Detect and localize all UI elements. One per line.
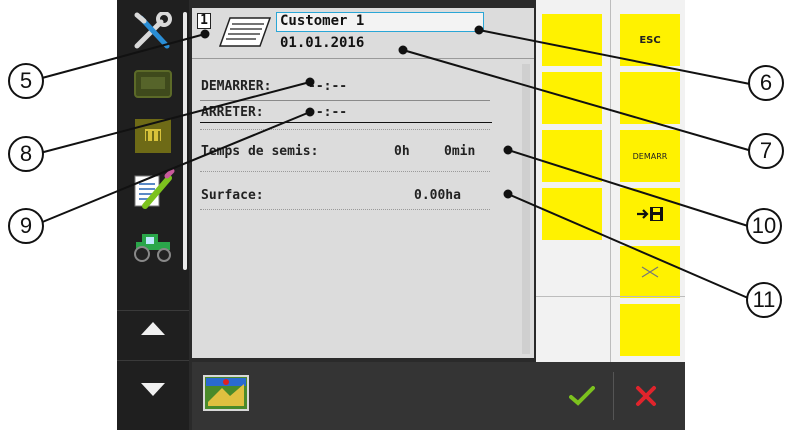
arrow-up-icon: [141, 322, 165, 335]
task-data-panel: 1 Customer 1 01.01.2016 DEMARRER: --:-- …: [192, 8, 534, 358]
callout-11: 11: [746, 282, 782, 318]
panel-scrollbar[interactable]: [522, 64, 530, 354]
dotted-divider: [200, 171, 490, 172]
softkey-bar: ESC DEMARR: [536, 0, 685, 362]
start-button[interactable]: DEMARR: [620, 130, 680, 182]
stop-label: ARRETER:: [201, 105, 264, 120]
left-nav: [117, 0, 189, 430]
nav-divider: [117, 360, 189, 361]
confirm-button[interactable]: [552, 366, 612, 426]
softkey-3[interactable]: [620, 72, 680, 124]
tractor-icon: [134, 234, 171, 262]
seeding-time-minutes: 0min: [444, 144, 476, 159]
cross-line-icon: [641, 266, 659, 278]
cross-icon: [636, 386, 656, 406]
tools-button[interactable]: [127, 8, 179, 56]
field-map-icon[interactable]: [202, 372, 250, 412]
edit-document-icon: [134, 168, 175, 209]
start-softkey-label: DEMARR: [632, 151, 668, 161]
surface-value: 0.00ha: [414, 188, 461, 203]
scroll-up-button[interactable]: [127, 304, 179, 352]
softkey-grid-divider: [610, 0, 611, 362]
softkey-6[interactable]: [542, 246, 602, 298]
softkey-2[interactable]: [542, 72, 602, 124]
save-button[interactable]: [620, 188, 680, 240]
callout-8: 8: [8, 136, 44, 172]
scroll-down-button[interactable]: [127, 366, 179, 414]
softkey-5[interactable]: [542, 188, 602, 240]
task-date: 01.01.2016: [280, 35, 365, 51]
softkey-1[interactable]: [542, 14, 602, 66]
softkey-8[interactable]: [620, 304, 680, 356]
callout-5: 5: [8, 63, 44, 99]
counter-button[interactable]: [127, 112, 179, 160]
dotted-divider: [200, 129, 490, 130]
nav-scrollbar[interactable]: [183, 12, 187, 270]
check-icon: [569, 386, 595, 406]
section-divider: [200, 122, 492, 123]
bottom-bar: [192, 362, 685, 430]
callout-6: 6: [748, 65, 784, 101]
row-divider: [200, 100, 490, 101]
cancel-button[interactable]: [616, 366, 676, 426]
arrow-down-icon: [141, 383, 165, 396]
tractor-button[interactable]: [127, 220, 179, 268]
display-icon: [134, 70, 172, 98]
start-label: DEMARRER:: [201, 79, 272, 94]
display-button[interactable]: [127, 60, 179, 108]
esc-label: ESC: [639, 34, 661, 46]
callout-10: 10: [746, 208, 782, 244]
seeding-time-hours: 0h: [394, 144, 410, 159]
edit-document-button[interactable]: [127, 166, 179, 214]
counter-icon: [135, 119, 171, 153]
esc-button[interactable]: ESC: [620, 14, 680, 66]
delete-button[interactable]: [620, 246, 680, 298]
stop-value: --:--: [308, 105, 348, 120]
document-icon: [218, 17, 272, 47]
surface-label: Surface:: [201, 188, 264, 203]
seeding-time-label: Temps de semis:: [201, 144, 319, 159]
callout-7: 7: [748, 133, 784, 169]
callout-9: 9: [8, 208, 44, 244]
tools-icon: [134, 12, 172, 49]
dotted-divider: [200, 209, 490, 210]
header-divider: [192, 58, 534, 59]
bottom-divider: [613, 372, 614, 420]
document-number: 1: [197, 13, 211, 29]
softkey-7[interactable]: [542, 304, 602, 356]
softkey-divider: [536, 296, 685, 297]
softkey-4[interactable]: [542, 130, 602, 182]
start-value: --:--: [308, 79, 348, 94]
customer-name: Customer 1: [280, 13, 365, 29]
arrow-save-icon: [637, 207, 663, 221]
